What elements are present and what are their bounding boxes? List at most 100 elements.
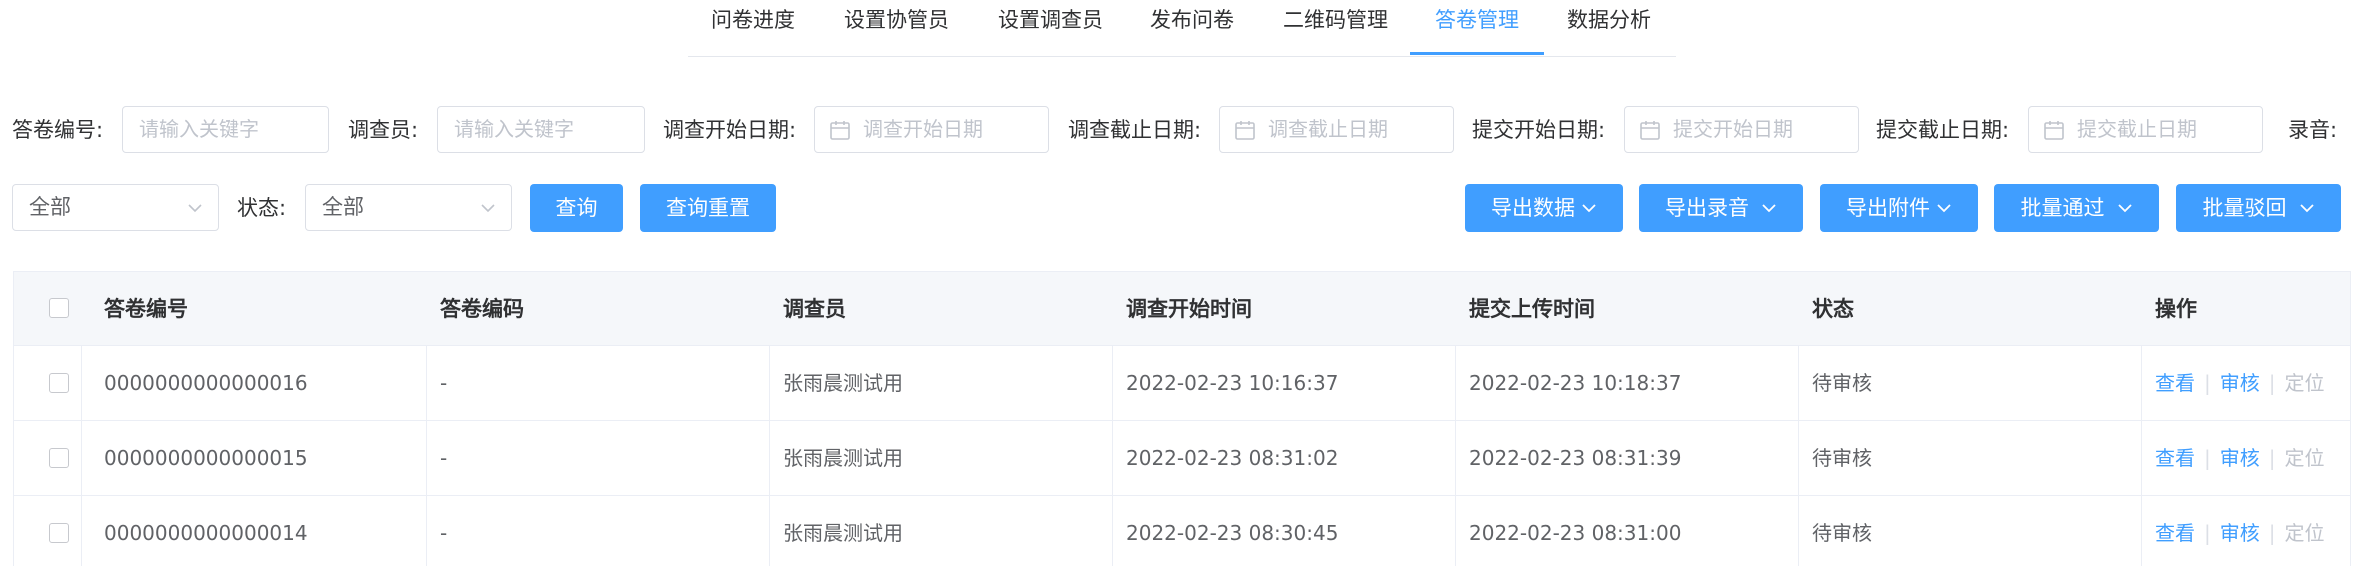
cell-investigator: 张雨晨测试用 [783,371,903,395]
cell-answer-no: 0000000000000016 [104,371,308,395]
cell-answer-code: - [440,371,448,395]
locate-link-disabled: 定位 [2284,446,2325,470]
survey-end-placeholder: 调查截止日期 [1268,117,1388,141]
table-header: 答卷编号 答卷编码 调查员 调查开始时间 提交上传时间 状态 操作 [14,272,2350,346]
chevron-down-icon [1937,204,1951,213]
submit-start-date-picker[interactable]: 提交开始日期 [1624,106,1859,153]
answer-no-label: 答卷编号: [12,118,104,142]
submit-end-date-picker[interactable]: 提交截止日期 [2028,106,2263,153]
action-separator: | [2268,371,2276,395]
batch-approve-button[interactable]: 批量通过 [1994,184,2159,232]
cell-start-time: 2022-02-23 10:16:37 [1126,371,1339,395]
survey-start-placeholder: 调查开始日期 [863,117,983,141]
row-checkbox[interactable] [49,448,69,468]
chevron-down-icon [481,204,495,213]
action-separator: | [2204,521,2211,545]
calendar-icon [830,121,850,140]
investigator-label: 调查员: [348,118,419,142]
submit-start-label: 提交开始日期: [1472,118,1606,142]
table-row: 0000000000000016 - 张雨晨测试用 2022-02-23 10:… [14,346,2350,421]
answer-no-input[interactable]: 请输入关键字 [122,106,329,153]
row-checkbox[interactable] [49,523,69,543]
table-row: 0000000000000015 - 张雨晨测试用 2022-02-23 08:… [14,421,2350,496]
row-checkbox[interactable] [49,373,69,393]
answer-table: 答卷编号 答卷编码 调查员 调查开始时间 提交上传时间 状态 操作 000000… [13,271,2351,566]
survey-start-date-picker[interactable]: 调查开始日期 [814,106,1049,153]
view-link[interactable]: 查看 [2155,371,2195,395]
status-select[interactable]: 全部 [305,184,512,231]
export-data-button[interactable]: 导出数据 [1465,184,1623,232]
calendar-icon [1235,121,1255,140]
recording-select[interactable]: 全部 [12,184,219,231]
action-separator: | [2204,446,2211,470]
column-header-answer-no: 答卷编号 [104,297,188,321]
cell-investigator: 张雨晨测试用 [783,446,903,470]
cell-upload-time: 2022-02-23 08:31:39 [1469,446,1682,470]
tab-progress[interactable]: 问卷进度 [711,0,795,56]
export-attachment-button[interactable]: 导出附件 [1820,184,1978,232]
cell-answer-code: - [440,521,448,545]
cell-actions: 查看 | 审核 | 定位 [2155,496,2325,566]
table-row: 0000000000000014 - 张雨晨测试用 2022-02-23 08:… [14,496,2350,566]
column-header-investigator: 调查员 [783,297,846,321]
recording-select-value: 全部 [29,195,71,219]
survey-end-date-picker[interactable]: 调查截止日期 [1219,106,1454,153]
tab-data-analysis[interactable]: 数据分析 [1567,0,1651,56]
chevron-down-icon [188,204,202,213]
submit-end-label: 提交截止日期: [1876,118,2010,142]
column-header-start-time: 调查开始时间 [1126,297,1252,321]
export-recording-button[interactable]: 导出录音 [1639,184,1803,232]
status-label: 状态: [237,196,287,220]
column-header-status: 状态 [1812,297,1854,321]
view-link[interactable]: 查看 [2155,446,2195,470]
calendar-icon [1640,121,1660,140]
cell-upload-time: 2022-02-23 08:31:00 [1469,521,1682,545]
select-all-checkbox[interactable] [49,298,69,318]
column-header-answer-code: 答卷编码 [440,297,524,321]
reset-query-button-label: 查询重置 [666,196,750,220]
review-link[interactable]: 审核 [2220,521,2260,545]
cell-answer-no: 0000000000000014 [104,521,308,545]
column-header-actions: 操作 [2155,297,2197,321]
export-recording-label: 导出录音 [1665,196,1749,220]
column-header-upload-time: 提交上传时间 [1469,297,1595,321]
batch-approve-label: 批量通过 [2020,196,2105,220]
submit-start-placeholder: 提交开始日期 [1673,117,1793,141]
cell-start-time: 2022-02-23 08:30:45 [1126,521,1339,545]
export-data-label: 导出数据 [1491,196,1575,220]
cell-answer-no: 0000000000000015 [104,446,308,470]
chevron-down-icon [1582,204,1596,213]
cell-actions: 查看 | 审核 | 定位 [2155,421,2325,495]
review-link[interactable]: 审核 [2220,371,2260,395]
tab-investigator[interactable]: 设置调查员 [998,0,1103,56]
action-separator: | [2268,521,2276,545]
tab-answer-management[interactable]: 答卷管理 [1435,0,1519,56]
survey-end-label: 调查截止日期: [1068,118,1202,142]
locate-link-disabled: 定位 [2284,521,2325,545]
chevron-down-icon [2117,204,2132,213]
query-button-label: 查询 [555,196,598,220]
batch-reject-button[interactable]: 批量驳回 [2176,184,2341,232]
tab-qrcode[interactable]: 二维码管理 [1283,0,1388,56]
action-separator: | [2268,446,2276,470]
investigator-input[interactable]: 请输入关键字 [437,106,645,153]
tab-publish[interactable]: 发布问卷 [1150,0,1234,56]
action-separator: | [2204,371,2211,395]
batch-reject-label: 批量驳回 [2202,196,2287,220]
review-link[interactable]: 审核 [2220,446,2260,470]
locate-link-disabled: 定位 [2284,371,2325,395]
cell-investigator: 张雨晨测试用 [783,521,903,545]
cell-status: 待审核 [1812,371,1872,395]
status-select-value: 全部 [322,195,364,219]
chevron-down-icon [1762,204,1776,213]
cell-start-time: 2022-02-23 08:31:02 [1126,446,1339,470]
cell-answer-code: - [440,446,448,470]
recording-label: 录音: [2288,118,2338,142]
cell-status: 待审核 [1812,521,1872,545]
tab-co-manager[interactable]: 设置协管员 [844,0,949,56]
query-button[interactable]: 查询 [530,184,623,232]
view-link[interactable]: 查看 [2155,521,2195,545]
reset-query-button[interactable]: 查询重置 [640,184,776,232]
calendar-icon [2044,121,2064,140]
cell-upload-time: 2022-02-23 10:18:37 [1469,371,1682,395]
